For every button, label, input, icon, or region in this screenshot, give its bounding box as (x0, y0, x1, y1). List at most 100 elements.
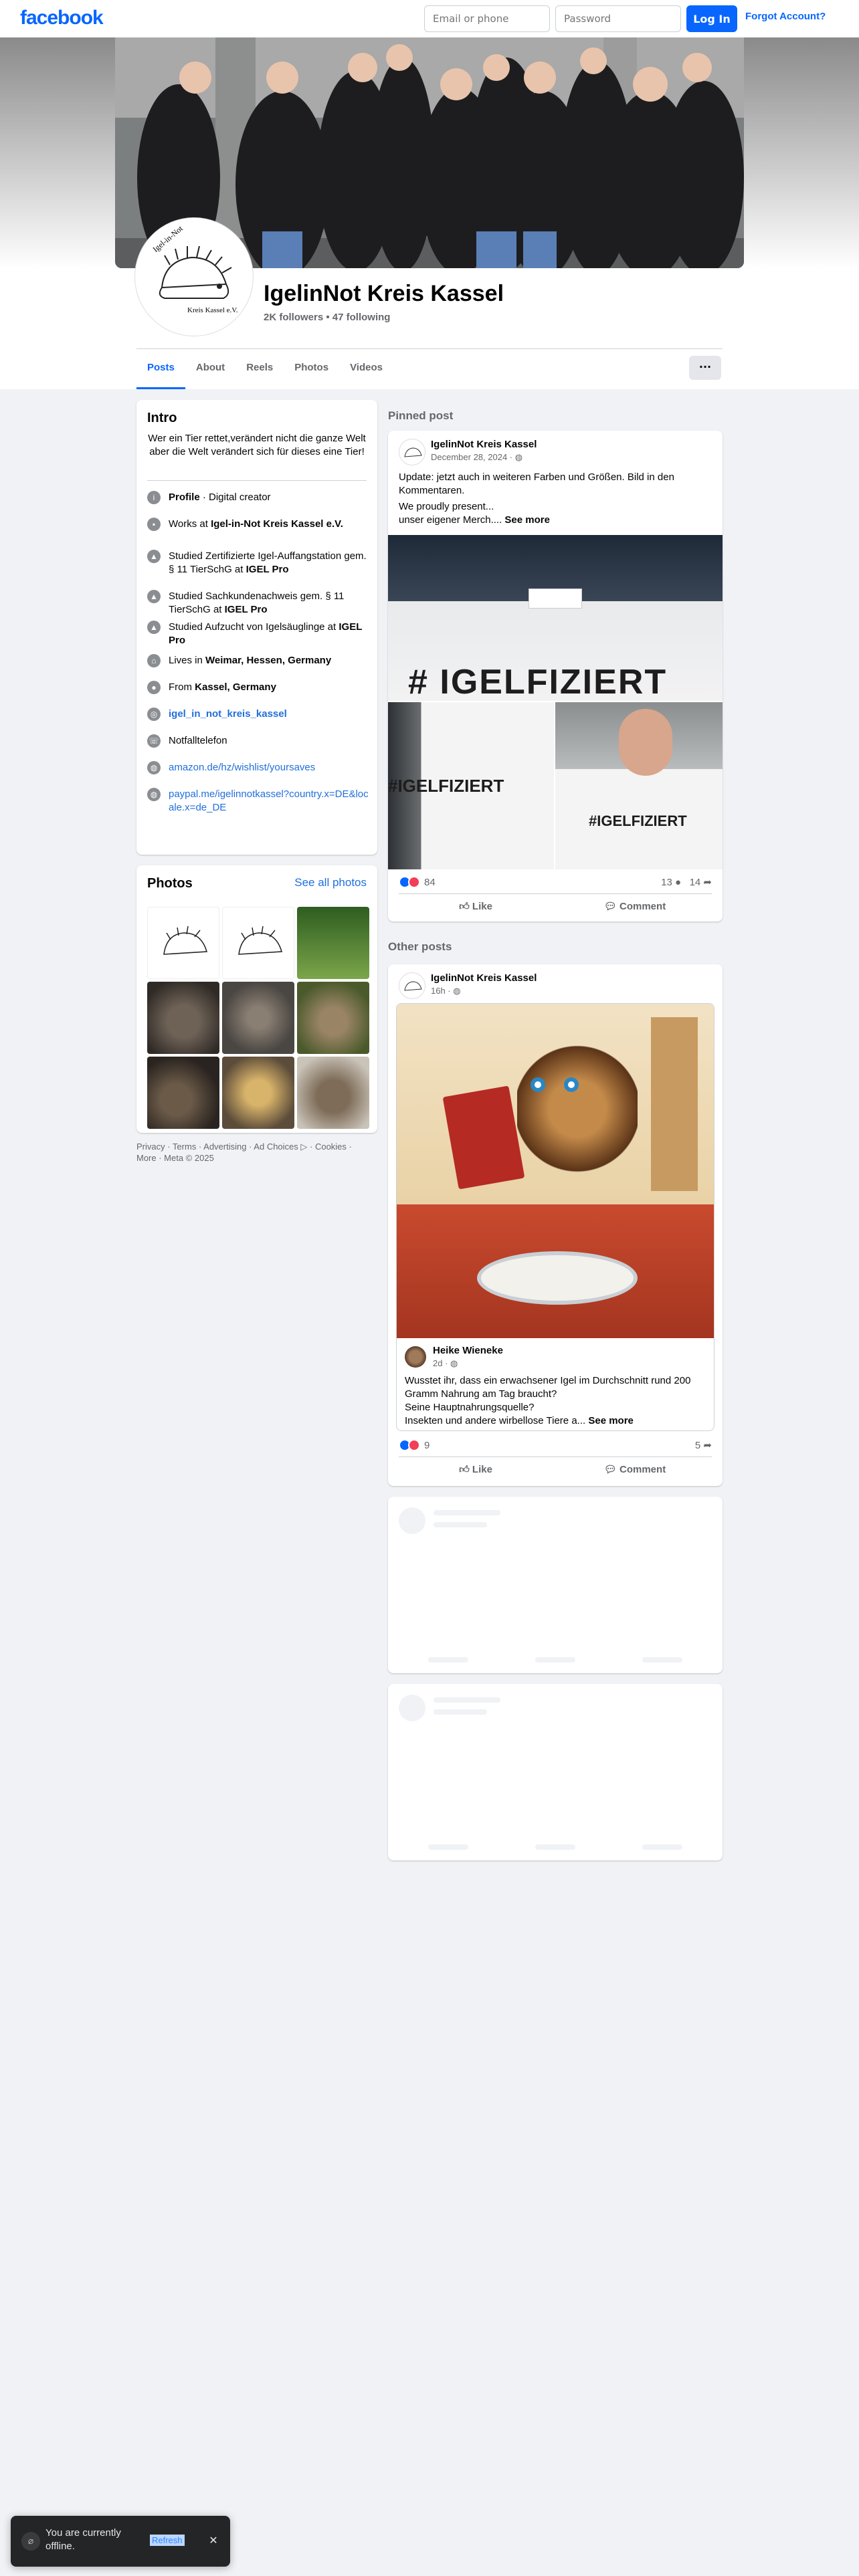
password-input[interactable] (555, 5, 681, 32)
tab-about[interactable]: About (185, 354, 235, 389)
intro-row-text: Studied Aufzucht von Igelsäuglinge at IG… (169, 621, 369, 647)
comment-button[interactable]: 💬︎ Comment (558, 896, 712, 918)
intro-row[interactable]: ◎ igel_in_not_kreis_kassel (147, 708, 369, 721)
intro-row-text: Lives in Weimar, Hessen, Germany (169, 654, 369, 667)
photo-thumbnail[interactable] (147, 907, 219, 979)
email-input[interactable] (424, 5, 550, 32)
comment-icon: 💬︎ (603, 1464, 620, 1475)
skeleton-line (434, 1522, 487, 1527)
skeleton-line (434, 1697, 500, 1703)
hedgehog-logo-icon (238, 926, 282, 955)
intro-row-label: Studied Aufzucht von Igelsäuglinge at (169, 621, 339, 633)
more-options-button[interactable]: ··· (689, 356, 721, 380)
love-reaction-icon (408, 876, 420, 888)
post-date-text: 16h · (431, 986, 454, 996)
close-icon[interactable]: ✕ (206, 2533, 221, 2548)
intro-row-text: paypal.me/igelinnotkassel?country.x=DE&l… (169, 788, 369, 815)
intro-row-label: Notfalltelefon (169, 735, 227, 746)
photo-thumbnail[interactable] (222, 907, 294, 979)
photo-thumbnail[interactable] (297, 1057, 369, 1129)
photo-thumbnail[interactable] (222, 982, 294, 1054)
post-text: We proudly present... (399, 501, 494, 512)
photo-thumbnail[interactable] (222, 1057, 294, 1129)
avatar[interactable] (405, 1346, 426, 1368)
shared-post-author[interactable]: Heike Wieneke (433, 1345, 503, 1356)
shared-post-date[interactable]: 2d · ◍ (433, 1358, 458, 1369)
avatar[interactable] (399, 972, 425, 999)
skeleton-line (535, 1657, 575, 1662)
see-all-photos-link[interactable]: See all photos (294, 876, 367, 889)
intro-row-value[interactable]: IGEL Pro (225, 604, 268, 615)
intro-row-text: Studied Zertifizierte Igel-Auffangstatio… (169, 550, 369, 576)
skeleton-line (434, 1709, 487, 1715)
post-text-line: Insekten und andere wirbellose Tiere a..… (405, 1415, 589, 1426)
intro-row: ● From Kassel, Germany (147, 681, 369, 694)
like-label: Like (472, 1464, 492, 1475)
post-author[interactable]: IgelinNot Kreis Kassel (431, 972, 537, 984)
intro-link[interactable]: amazon.de/hz/wishlist/yoursaves (169, 762, 315, 773)
post-image[interactable]: #IGELFIZIERT (555, 702, 723, 869)
tab-reels[interactable]: Reels (235, 354, 284, 389)
intro-row[interactable]: ◍ paypal.me/igelinnotkassel?country.x=DE&… (147, 788, 369, 815)
comment-button[interactable]: 💬︎ Comment (558, 1459, 712, 1481)
tab-posts[interactable]: Posts (136, 354, 185, 389)
page-footer-links[interactable]: Privacy · Terms · Advertising · Ad Choic… (136, 1141, 371, 1164)
see-more-link[interactable]: See more (504, 514, 550, 526)
intro-row-text: amazon.de/hz/wishlist/yoursaves (169, 761, 369, 774)
shirt-print-text: #IGELFIZIERT (388, 776, 504, 796)
post-text: Seine Hauptnahrungsquelle? (405, 1402, 535, 1413)
intro-row[interactable]: ◍ amazon.de/hz/wishlist/yoursaves (147, 761, 369, 774)
post-date[interactable]: 16h · ◍ (431, 986, 461, 996)
intro-row-value[interactable]: Kassel, Germany (195, 681, 276, 693)
shared-post[interactable]: Heike Wieneke 2d · ◍ Wusstet ihr, dass e… (396, 1003, 714, 1431)
post-image[interactable]: #IGELFIZIERT (388, 702, 554, 869)
intro-row-value[interactable]: Profile (169, 492, 200, 503)
skeleton-line (535, 1844, 575, 1850)
intro-row-label: Works at (169, 518, 211, 530)
refresh-link[interactable]: Refresh (150, 2535, 185, 2546)
post-image[interactable] (397, 1004, 714, 1338)
see-more-link[interactable]: See more (588, 1415, 634, 1426)
shared-post-date-text: 2d · (433, 1358, 451, 1368)
share-icon: ➦ (703, 1440, 712, 1451)
skeleton-line (434, 1510, 500, 1515)
intro-row-value[interactable]: Igel-in-Not Kreis Kassel e.V. (211, 518, 343, 530)
reaction-summary[interactable]: 84 (399, 876, 436, 888)
page-title: IgelinNot Kreis Kassel (264, 281, 504, 306)
follower-count[interactable]: 2K followers • 47 following (264, 312, 390, 323)
photo-thumbnail[interactable] (147, 1057, 219, 1129)
photo-thumbnail[interactable] (297, 982, 369, 1054)
intro-row: ⌂ Lives in Weimar, Hessen, Germany (147, 654, 369, 667)
intro-link[interactable]: paypal.me/igelinnotkassel?country.x=DE&l… (169, 788, 369, 813)
post-date[interactable]: December 28, 2024 · ◍ (431, 452, 522, 463)
share-counts[interactable]: 5 ➦ (695, 1439, 712, 1451)
forgot-account-link[interactable]: Forgot Account? (745, 11, 826, 22)
intro-link[interactable]: igel_in_not_kreis_kassel (169, 708, 287, 720)
home-icon: ⌂ (147, 654, 161, 667)
intro-bio: Wer ein Tier rettet,verändert nicht die … (148, 433, 366, 457)
intro-row-value[interactable]: IGEL Pro (246, 564, 289, 575)
skeleton-line (642, 1657, 682, 1662)
login-button[interactable]: Log In (686, 5, 737, 32)
like-button[interactable]: 👍︎ Like (399, 896, 553, 918)
intro-row-value[interactable]: Weimar, Hessen, Germany (205, 655, 331, 666)
post-text: Update: jetzt auch in weiteren Farben un… (399, 471, 674, 496)
reaction-summary[interactable]: 9 (399, 1439, 430, 1451)
photo-thumbnail[interactable] (147, 982, 219, 1054)
post-image[interactable]: # IGELFIZIERT (388, 535, 723, 701)
avatar[interactable] (399, 439, 425, 465)
intro-row-text: igel_in_not_kreis_kassel (169, 708, 369, 721)
photo-thumbnail[interactable] (297, 907, 369, 979)
hedgehog-logo-icon (404, 447, 422, 457)
pinned-post-card: IgelinNot Kreis Kassel December 28, 2024… (388, 431, 723, 922)
comment-share-counts[interactable]: 13 ● 14 ➦ (661, 876, 712, 888)
tab-photos[interactable]: Photos (284, 354, 339, 389)
facebook-logo[interactable]: facebook (20, 7, 104, 29)
tab-videos[interactable]: Videos (339, 354, 393, 389)
like-button[interactable]: 👍︎ Like (399, 1459, 553, 1481)
intro-row: i Profile · Digital creator (147, 491, 369, 504)
post-author[interactable]: IgelinNot Kreis Kassel (431, 439, 537, 450)
intro-row-text: Studied Sachkundenachweis gem. § 11 Tier… (169, 590, 369, 617)
reaction-count: 9 (424, 1439, 430, 1451)
profile-picture[interactable]: Igel-in-Not Kreis Kassel e.V. (135, 218, 253, 336)
